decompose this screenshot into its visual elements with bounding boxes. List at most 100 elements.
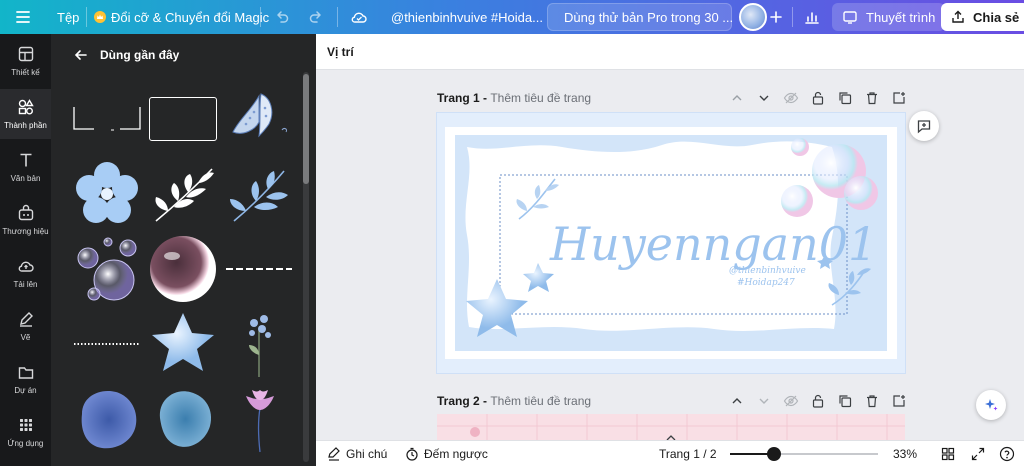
hide-page-icon[interactable] bbox=[783, 393, 799, 409]
rail-item-upload[interactable]: Tải lên bbox=[0, 248, 51, 298]
analytics-icon[interactable] bbox=[803, 0, 821, 34]
element-bracket-frame[interactable] bbox=[72, 84, 142, 154]
timer-label: Đếm ngược bbox=[424, 446, 488, 461]
panel-scrollbar[interactable] bbox=[303, 72, 309, 462]
bottom-bar: Ghi chú Đếm ngược Trang 1 / 2 33% bbox=[316, 440, 1024, 466]
rail-label: Tải lên bbox=[13, 280, 38, 289]
zoom-slider[interactable] bbox=[730, 447, 878, 461]
duplicate-page-icon[interactable] bbox=[837, 90, 853, 106]
design-hashtag: #Hoidap247 bbox=[737, 278, 795, 288]
timer-button[interactable]: Đếm ngược bbox=[405, 447, 488, 461]
lock-icon[interactable] bbox=[810, 393, 826, 409]
timer-icon bbox=[406, 447, 418, 461]
avatar[interactable] bbox=[739, 0, 767, 34]
rail-label: Thương hiệu bbox=[2, 227, 49, 236]
element-bubbles-cluster[interactable] bbox=[72, 234, 142, 304]
element-bubble[interactable] bbox=[148, 234, 218, 304]
rail-item-apps[interactable]: Ứng dụng bbox=[0, 407, 51, 457]
divider bbox=[260, 7, 261, 27]
page-indicator[interactable]: Trang 1 / 2 bbox=[659, 447, 717, 461]
element-dashed-line[interactable] bbox=[224, 234, 294, 304]
zoom-slider-thumb[interactable] bbox=[767, 447, 781, 461]
rail-item-text[interactable]: Văn bản bbox=[0, 142, 51, 192]
element-forget-me-not[interactable] bbox=[224, 309, 294, 379]
position-button[interactable]: Vị trí bbox=[327, 45, 354, 59]
add-collaborator-icon[interactable] bbox=[769, 0, 783, 34]
projects-icon bbox=[18, 367, 33, 379]
chevron-down-icon[interactable] bbox=[756, 90, 772, 106]
rail-item-draw[interactable]: Vẽ bbox=[0, 301, 51, 351]
page-1-title-input[interactable]: Thêm tiêu đề trang bbox=[490, 91, 591, 105]
menu-icon[interactable] bbox=[14, 0, 32, 34]
panel-header: Dùng gần đây bbox=[73, 44, 179, 66]
elements-panel: Dùng gần đây bbox=[51, 34, 316, 466]
sparkle-icon bbox=[985, 399, 998, 411]
element-blue-leaves[interactable] bbox=[224, 159, 294, 229]
back-arrow-icon[interactable] bbox=[73, 47, 89, 63]
rail-item-design[interactable]: Thiết kế bbox=[0, 36, 51, 86]
add-page-icon[interactable] bbox=[891, 393, 907, 409]
rail-label: Thành phần bbox=[4, 121, 47, 130]
design-headline: Huyenngan01 bbox=[549, 217, 877, 271]
delete-page-icon[interactable] bbox=[864, 90, 880, 106]
crown-icon bbox=[94, 11, 106, 23]
add-comment-button[interactable] bbox=[909, 111, 939, 141]
element-star[interactable] bbox=[148, 309, 218, 379]
zoom-level[interactable]: 33% bbox=[893, 447, 917, 461]
element-dotted-line[interactable] bbox=[72, 309, 142, 379]
lock-icon[interactable] bbox=[810, 90, 826, 106]
scroll-up-icon[interactable] bbox=[664, 430, 678, 441]
cloud-save-icon[interactable] bbox=[350, 0, 368, 34]
document-title-text: @thienbinhvuive #Hoida... bbox=[391, 9, 543, 25]
design-icon bbox=[18, 46, 33, 62]
page-2-actions bbox=[729, 390, 907, 412]
notes-button[interactable]: Ghi chú bbox=[327, 447, 387, 461]
rail-label: Dự án bbox=[14, 386, 37, 395]
page-2-title-input[interactable]: Thêm tiêu đề trang bbox=[490, 394, 591, 408]
element-teal-watercolor[interactable] bbox=[148, 384, 218, 454]
chevron-up-icon[interactable] bbox=[729, 393, 745, 409]
element-flower[interactable] bbox=[72, 159, 142, 229]
chevron-up-icon[interactable] bbox=[729, 90, 745, 106]
duplicate-page-icon[interactable] bbox=[837, 393, 853, 409]
share-icon bbox=[952, 10, 964, 23]
present-label: Thuyết trình bbox=[866, 9, 936, 25]
element-pink-flower[interactable] bbox=[224, 384, 294, 454]
pro-trial-button[interactable]: Dùng thử bản Pro trong 30 ... bbox=[547, 3, 733, 31]
delete-page-icon[interactable] bbox=[864, 393, 880, 409]
file-menu[interactable]: Tệp bbox=[57, 0, 79, 34]
document-title[interactable]: @thienbinhvuive #Hoida... bbox=[391, 0, 543, 34]
redo-icon[interactable] bbox=[308, 0, 324, 34]
page-1-canvas[interactable]: Huyenngan01 @thienbinhvuive #Hoidap247 bbox=[437, 113, 905, 373]
elements-icon bbox=[18, 99, 34, 115]
magic-assistant-button[interactable] bbox=[976, 390, 1006, 420]
add-page-icon[interactable] bbox=[891, 90, 907, 106]
present-icon bbox=[843, 11, 857, 24]
fullscreen-icon[interactable] bbox=[971, 447, 985, 461]
present-button[interactable]: Thuyết trình bbox=[832, 3, 946, 31]
help-icon[interactable] bbox=[999, 446, 1015, 462]
rail-item-projects[interactable]: Dự án bbox=[0, 354, 51, 404]
design-handle: @thienbinhvuive bbox=[729, 266, 806, 276]
page-1-label: Trang 1 - bbox=[437, 91, 491, 105]
hide-page-icon[interactable] bbox=[783, 90, 799, 106]
panel-scrollbar-thumb[interactable] bbox=[303, 74, 309, 184]
page-1-artwork: Huyenngan01 @thienbinhvuive #Hoidap247 bbox=[445, 127, 897, 359]
rail-item-brand[interactable]: Thương hiệu bbox=[0, 195, 51, 245]
element-butterfly[interactable] bbox=[224, 84, 294, 154]
element-blue-watercolor[interactable] bbox=[72, 384, 142, 454]
page-1-header: Trang 1 - Thêm tiêu đề trang bbox=[437, 87, 907, 109]
chevron-down-icon[interactable] bbox=[756, 393, 772, 409]
notes-icon bbox=[328, 446, 340, 461]
element-rect-frame[interactable] bbox=[148, 84, 218, 154]
undo-icon[interactable] bbox=[274, 0, 290, 34]
magic-resize-label: Đổi cỡ & Chuyển đổi Magic bbox=[111, 9, 270, 25]
element-leaf-branch[interactable] bbox=[148, 159, 218, 229]
rail-item-elements[interactable]: Thành phần bbox=[0, 89, 51, 139]
divider bbox=[792, 7, 793, 27]
grid-view-icon[interactable] bbox=[941, 447, 955, 461]
context-toolbar: Vị trí bbox=[316, 34, 1024, 70]
magic-resize-button[interactable]: Đổi cỡ & Chuyển đổi Magic bbox=[94, 0, 269, 34]
page-2-label: Trang 2 - bbox=[437, 394, 491, 408]
share-button[interactable]: Chia sẻ bbox=[941, 3, 1024, 31]
